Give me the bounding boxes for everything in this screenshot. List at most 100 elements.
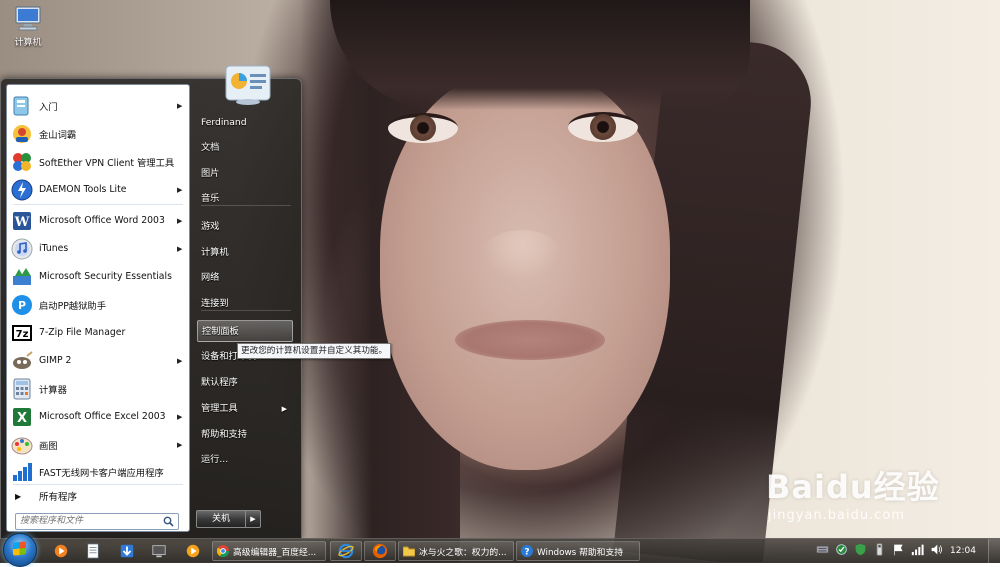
start-menu-places-pane: Ferdinand 文档 图片 音乐 游戏 计算机 网络 连接到 控制面板 设备和打印机 默认程序管… <box>191 65 299 539</box>
start-menu-place-item[interactable]: 文档 <box>197 137 293 159</box>
program-label: Microsoft Office Excel 2003 <box>39 411 166 422</box>
daemon-tools-icon <box>11 179 33 200</box>
triangle-right-icon: ▶ <box>250 515 256 523</box>
start-menu-program-item[interactable]: FAST无线网卡客户端应用程序 <box>9 458 187 485</box>
submenu-arrow-icon: ▶ <box>177 412 183 421</box>
quick-launch-button[interactable] <box>184 542 202 560</box>
shutdown-options-button[interactable]: ▶ <box>246 510 261 528</box>
start-menu-program-item[interactable]: 计算器 <box>9 375 187 402</box>
start-menu-place-item[interactable]: 图片 <box>197 163 293 185</box>
submenu-arrow-icon: ▶ <box>177 101 183 110</box>
flag-icon[interactable] <box>892 543 905 556</box>
program-label: Microsoft Office Word 2003 <box>39 215 165 226</box>
start-menu-place-item[interactable]: 帮助和支持 <box>197 424 293 446</box>
program-label: Microsoft Security Essentials <box>39 271 172 282</box>
baidu-watermark: Baidu经验 jingyan.baidu.com <box>766 462 966 523</box>
start-menu-program-item[interactable]: Microsoft Security Essentials <box>9 263 187 290</box>
search-icon[interactable] <box>163 516 174 527</box>
start-menu-place-item[interactable]: 音乐 <box>197 188 293 210</box>
start-menu-program-item[interactable]: DAEMON Tools Lite ▶ <box>9 176 187 203</box>
program-label: iTunes <box>39 243 69 254</box>
tray-icon-wrap[interactable] <box>835 543 848 559</box>
start-menu-program-item[interactable]: P 启动PP越狱助手 <box>9 291 187 318</box>
ie-icon <box>338 543 354 559</box>
shutdown-button[interactable]: 关机 <box>196 510 246 528</box>
itunes-icon <box>11 238 33 259</box>
all-programs-button[interactable]: ▶ 所有程序 <box>9 486 187 506</box>
start-menu-place-item[interactable]: 默认程序 <box>197 372 293 394</box>
taskbar-window-button[interactable]: ? Windows 帮助和支持 <box>516 541 640 561</box>
watermark-logo: Baidu经验 <box>766 468 940 506</box>
place-label: 游戏 <box>201 221 220 232</box>
start-menu-place-item[interactable]: 计算机 <box>197 242 293 264</box>
start-menu-program-item[interactable]: GIMP 2 ▶ <box>9 347 187 374</box>
taskbar-window-label: 高级编辑器_百度经... <box>233 547 317 558</box>
taskbar-window-button[interactable]: 冰与火之歌：权力的... <box>398 541 514 561</box>
media-player-icon <box>54 544 68 558</box>
taskbar-window-button[interactable]: 高级编辑器_百度经... <box>212 541 326 561</box>
start-search-input[interactable] <box>20 514 160 528</box>
quick-launch-button[interactable] <box>118 542 136 560</box>
security-essentials-icon <box>13 267 31 285</box>
usb-icon[interactable] <box>873 543 886 556</box>
program-icon-wrap <box>11 95 33 117</box>
wallpaper-lips <box>455 320 605 360</box>
program-icon-wrap <box>11 238 33 260</box>
wallpaper-right-eye <box>568 112 638 142</box>
tray-icon-wrap[interactable] <box>873 543 886 559</box>
program-label: DAEMON Tools Lite <box>39 184 127 195</box>
show-desktop-button[interactable] <box>988 539 1000 563</box>
start-menu-place-item[interactable]: Ferdinand <box>197 112 293 134</box>
start-menu-program-item[interactable]: X Microsoft Office Excel 2003 ▶ <box>9 403 187 430</box>
start-menu-program-item[interactable]: 金山词霸 <box>9 120 187 147</box>
volume-icon[interactable] <box>930 543 943 556</box>
submenu-arrow-icon: ▶ <box>281 405 287 413</box>
keyboard-icon[interactable] <box>816 543 829 556</box>
quick-launch-button[interactable] <box>52 542 70 560</box>
quick-launch-button[interactable] <box>150 542 168 560</box>
monitor-icon <box>152 545 166 558</box>
paint-icon <box>11 437 33 454</box>
folder-icon <box>403 546 415 557</box>
place-label: 控制面板 <box>202 326 239 337</box>
start-menu-program-item[interactable]: SoftEther VPN Client 管理工具 <box>9 148 187 175</box>
network-status-icon[interactable] <box>835 543 848 556</box>
watermark-url: jingyan.baidu.com <box>768 508 905 523</box>
taskbar-window-button[interactable] <box>330 541 362 561</box>
tray-icon-wrap[interactable] <box>816 543 829 559</box>
start-menu-place-item[interactable]: 网络 <box>197 267 293 289</box>
program-icon-wrap <box>11 179 33 201</box>
start-menu-program-item[interactable]: 画图 ▶ <box>9 431 187 458</box>
start-menu-place-item[interactable]: 游戏 <box>197 216 293 238</box>
start-menu-program-item[interactable]: 7z 7-Zip File Manager <box>9 319 187 346</box>
shutdown-group: 关机 ▶ <box>196 510 261 528</box>
start-menu-place-item[interactable]: 连接到 <box>197 293 293 315</box>
clock[interactable]: 12:04 <box>950 541 976 561</box>
wallpaper-left-eye <box>388 113 458 143</box>
program-label: 7-Zip File Manager <box>39 327 126 338</box>
word-icon: W <box>13 211 31 230</box>
kingsoft-powerword-icon <box>13 124 31 143</box>
user-picture-icon[interactable] <box>225 65 271 105</box>
svg-text:W: W <box>14 215 30 230</box>
computer-icon <box>15 6 41 31</box>
security-shield-icon[interactable] <box>854 543 867 556</box>
quick-launch-button[interactable] <box>84 542 102 560</box>
program-icon-wrap <box>11 434 33 456</box>
taskbar-window-button[interactable] <box>364 541 396 561</box>
wifi-signal-icon[interactable] <box>911 543 924 556</box>
tray-icon-wrap[interactable] <box>892 543 905 559</box>
start-menu-program-item[interactable]: W Microsoft Office Word 2003 ▶ <box>9 207 187 234</box>
program-label: 画图 <box>39 440 58 452</box>
program-icon-wrap <box>11 151 33 173</box>
start-menu-place-item[interactable]: 管理工具 ▶ <box>197 398 293 420</box>
desktop-computer-icon[interactable]: 计算机 <box>8 6 48 48</box>
start-search-box[interactable] <box>15 513 179 530</box>
start-menu-program-item[interactable]: iTunes ▶ <box>9 235 187 262</box>
start-menu-place-item[interactable]: 运行... <box>197 449 293 471</box>
tray-icon-wrap[interactable] <box>930 543 943 559</box>
tray-icon-wrap[interactable] <box>911 543 924 559</box>
tray-icon-wrap[interactable] <box>854 543 867 559</box>
start-menu-place-item[interactable]: 控制面板 <box>197 320 293 342</box>
start-menu-program-item[interactable]: 入门 ▶ <box>9 92 187 119</box>
